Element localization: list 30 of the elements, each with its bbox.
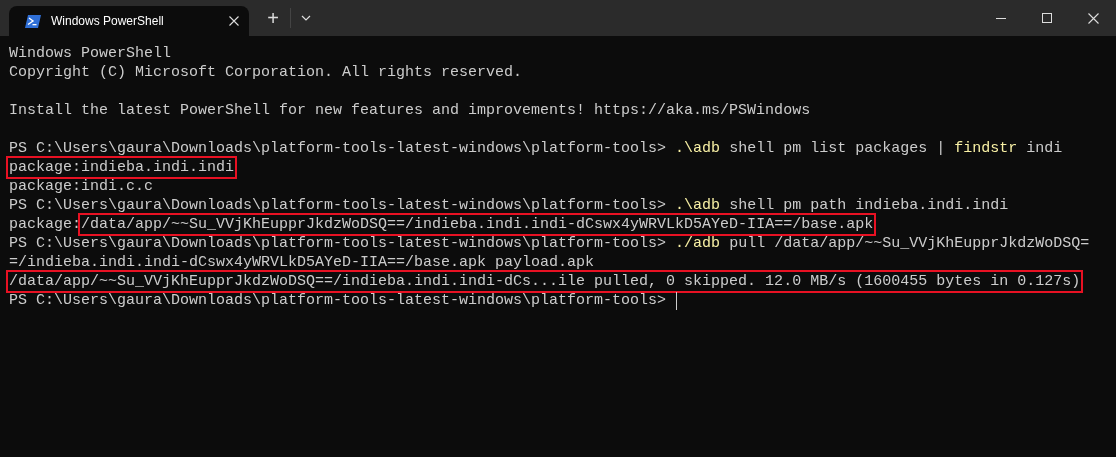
prompt-text: PS C:\Users\gaura\Downloads\platform-tools-latest-windows\platform-tools> <box>9 139 667 158</box>
command-text: ./adb <box>675 234 721 253</box>
highlighted-text: /data/app/~~Su_VVjKhEupprJkdzWoDSQ==/indieba.indi.indi-dCs...ile pulled, 0 skipped. 12.0 MB/s (1600455 bytes in 0.127s) <box>8 272 1082 291</box>
minimize-icon <box>996 17 1006 19</box>
prompt-text: PS C:\Users\gaura\Downloads\platform-tools-latest-windows\platform-tools> <box>9 234 667 253</box>
output-text: Install the latest PowerShell for new features and improvements! https://aka.ms/PSWindows <box>9 101 811 120</box>
output-text: Copyright (C) Microsoft Corporation. All rights reserved. <box>9 63 523 82</box>
output-text: shell pm path indieba.indi.indi <box>729 196 1009 215</box>
tab[interactable]: Windows PowerShell <box>9 6 249 36</box>
prompt-text: PS C:\Users\gaura\Downloads\platform-tools-latest-windows\platform-tools> <box>9 291 667 310</box>
new-tab-button[interactable]: + <box>259 5 287 31</box>
highlighted-text: package:indieba.indi.indi <box>8 158 236 177</box>
close-icon <box>1087 12 1099 24</box>
highlighted-text: /data/app/~~Su_VVjKhEupprJkdzWoDSQ==/indieba.indi.indi-dCswx4yWRVLkD5AYeD-IIA==/base.apk <box>80 215 875 234</box>
output-text: Windows PowerShell <box>9 44 172 63</box>
output-text: package: <box>9 215 81 234</box>
tab-title: Windows PowerShell <box>51 13 165 30</box>
maximize-icon <box>1042 13 1052 23</box>
chevron-down-icon <box>301 15 311 21</box>
output-text: =/indieba.indi.indi-dCswx4yWRVLkD5AYeD-IIA==/base.apk payload.apk <box>9 253 595 272</box>
output-text: shell pm list packages | <box>729 139 946 158</box>
prompt-text: PS C:\Users\gaura\Downloads\platform-tools-latest-windows\platform-tools> <box>9 196 667 215</box>
command-text: .\adb <box>675 139 721 158</box>
powershell-icon <box>25 14 41 28</box>
output-text: pull /data/app/~~Su_VVjKhEupprJkdzWoDSQ= <box>729 234 1090 253</box>
output-text: indi <box>1026 139 1063 158</box>
command-text: .\adb <box>675 196 721 215</box>
command-text: findstr <box>954 139 1018 158</box>
close-icon[interactable] <box>229 16 239 26</box>
output-text: package:indi.c.c <box>9 177 154 196</box>
